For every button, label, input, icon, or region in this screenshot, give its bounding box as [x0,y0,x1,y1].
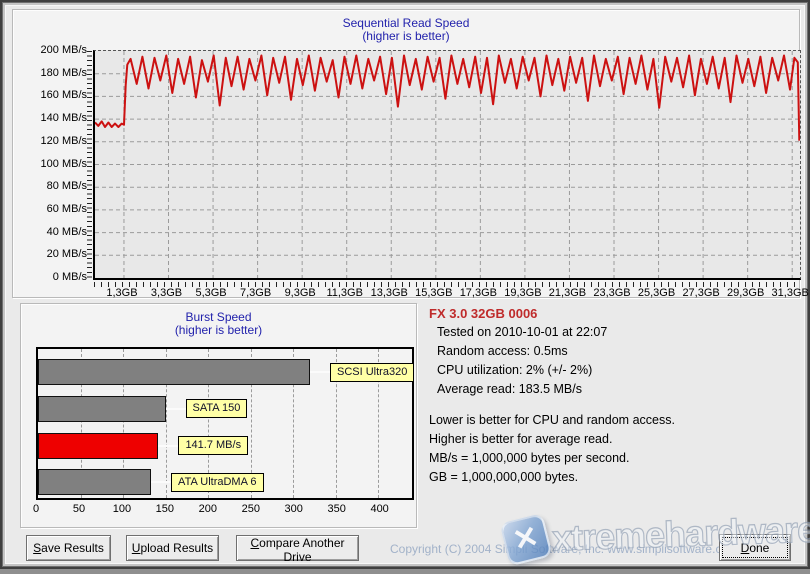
burst-chart-title: Burst Speed [21,310,416,324]
burst-bar-label: 141.7 MB/s [178,436,248,455]
burst-x-axis-labels: 0 50 100 150 200 250 300 350 400 [36,503,414,517]
done-button[interactable]: Done [719,534,791,561]
bar-label-connector [310,371,330,373]
save-results-label: Save Results [27,541,110,555]
burst-bar-label: ATA UltraDMA 6 [171,473,263,492]
y-tick-label: 80 MB/s [47,180,87,192]
y-tick-label: 0 MB/s [53,271,87,283]
x-tick-label: 19,3GB [504,287,541,299]
burst-speed-plot: SCSI Ultra320 SATA 150 141.7 MB/s ATA Ultra… [36,347,414,500]
burst-x-tick-label: 150 [156,503,174,515]
copyright-text: Copyright (C) 2004 Simpli Software, Inc.… [390,542,738,556]
upload-results-button[interactable]: Upload Results [126,535,219,561]
x-tick-label: 15,3GB [415,287,452,299]
sequential-chart-subtitle: (higher is better) [13,30,799,43]
hdtach-window: Sequential Read Speed (higher is better)… [0,0,810,569]
bar-label-connector [166,408,186,410]
burst-x-tick-label: 200 [199,503,217,515]
x-tick-label: 25,3GB [638,287,675,299]
burst-bar [38,469,151,495]
note-mbs-definition: MB/s = 1,000,000 bytes per second. [429,449,801,468]
burst-bar-label: SCSI Ultra320 [330,363,414,382]
burst-bar-row: ATA UltraDMA 6 [38,469,412,495]
x-tick-label: 17,3GB [460,287,497,299]
x-tick-label: 9,3GB [285,287,316,299]
burst-x-tick-label: 400 [370,503,388,515]
drive-info-panel: FX 3.0 32GB 0006 Tested on 2010-10-01 at… [429,304,801,532]
sequential-read-panel: Sequential Read Speed (higher is better)… [12,9,800,298]
burst-bar-label: SATA 150 [186,399,248,418]
y-tick-label: 140 MB/s [41,112,87,124]
x-tick-label: 7,3GB [240,287,271,299]
burst-x-tick-label: 100 [113,503,131,515]
x-tick-label: 13,3GB [371,287,408,299]
x-tick-label: 29,3GB [727,287,764,299]
compare-another-drive-label: Compare Another Drive [237,536,358,564]
x-tick-label: 5,3GB [195,287,226,299]
sequential-x-axis-labels: 1,3GB 3,3GB 5,3GB 7,3GB 9,3GB 11,3GB 13,3GB 15,… [93,287,801,301]
burst-bar [38,359,310,385]
info-tested-on: Tested on 2010-10-01 at 22:07 [429,323,801,342]
save-results-button[interactable]: Save Results [26,535,111,561]
y-tick-label: 120 MB/s [41,135,87,147]
x-tick-label: 23,3GB [593,287,630,299]
burst-bar-row: 141.7 MB/s [38,433,412,459]
upload-results-label: Upload Results [127,541,218,555]
burst-x-tick-label: 50 [73,503,85,515]
burst-bar-row: SCSI Ultra320 [38,359,412,385]
compare-another-drive-button[interactable]: Compare Another Drive [236,535,359,561]
x-tick-label: 1,3GB [106,287,137,299]
done-label: Done [720,541,790,555]
burst-bar [38,396,166,422]
y-tick-label: 180 MB/s [41,67,87,79]
info-spacer [429,399,801,411]
y-tick-label: 200 MB/s [41,44,87,56]
note-lower-better: Lower is better for CPU and random acces… [429,411,801,430]
bar-label-connector [158,445,178,447]
y-tick-label: 20 MB/s [47,248,87,260]
drive-name: FX 3.0 32GB 0006 [429,304,801,323]
y-tick-label: 100 MB/s [41,158,87,170]
note-gb-definition: GB = 1,000,000,000 bytes. [429,468,801,487]
burst-x-tick-label: 250 [242,503,260,515]
burst-chart-subtitle: (higher is better) [21,324,416,337]
burst-bar [38,433,158,459]
x-tick-label: 27,3GB [682,287,719,299]
sequential-read-plot [93,50,801,280]
sequential-y-axis-labels: 0 MB/s 20 MB/s 40 MB/s 60 MB/s 80 MB/s 100 MB… [13,50,87,280]
sequential-y-axis-ticks [87,51,92,279]
x-tick-label: 3,3GB [151,287,182,299]
info-average-read: Average read: 183.5 MB/s [429,380,801,399]
x-tick-label: 21,3GB [549,287,586,299]
burst-speed-panel: Burst Speed (higher is better) SCSI Ultr… [20,303,417,528]
x-tick-label: 11,3GB [326,287,363,299]
x-tick-label: 31,3GB [772,287,809,299]
burst-bar-row: SATA 150 [38,396,412,422]
info-cpu-utilization: CPU utilization: 2% (+/- 2%) [429,361,801,380]
y-tick-label: 40 MB/s [47,226,87,238]
info-random-access: Random access: 0.5ms [429,342,801,361]
burst-x-tick-label: 0 [33,503,39,515]
sequential-read-chart [95,51,800,278]
note-higher-better: Higher is better for average read. [429,430,801,449]
bar-label-connector [151,481,171,483]
burst-x-tick-label: 300 [285,503,303,515]
sequential-chart-title: Sequential Read Speed [13,16,799,30]
burst-x-tick-label: 350 [327,503,345,515]
y-tick-label: 160 MB/s [41,89,87,101]
y-tick-label: 60 MB/s [47,203,87,215]
read-speed-line [95,56,799,141]
